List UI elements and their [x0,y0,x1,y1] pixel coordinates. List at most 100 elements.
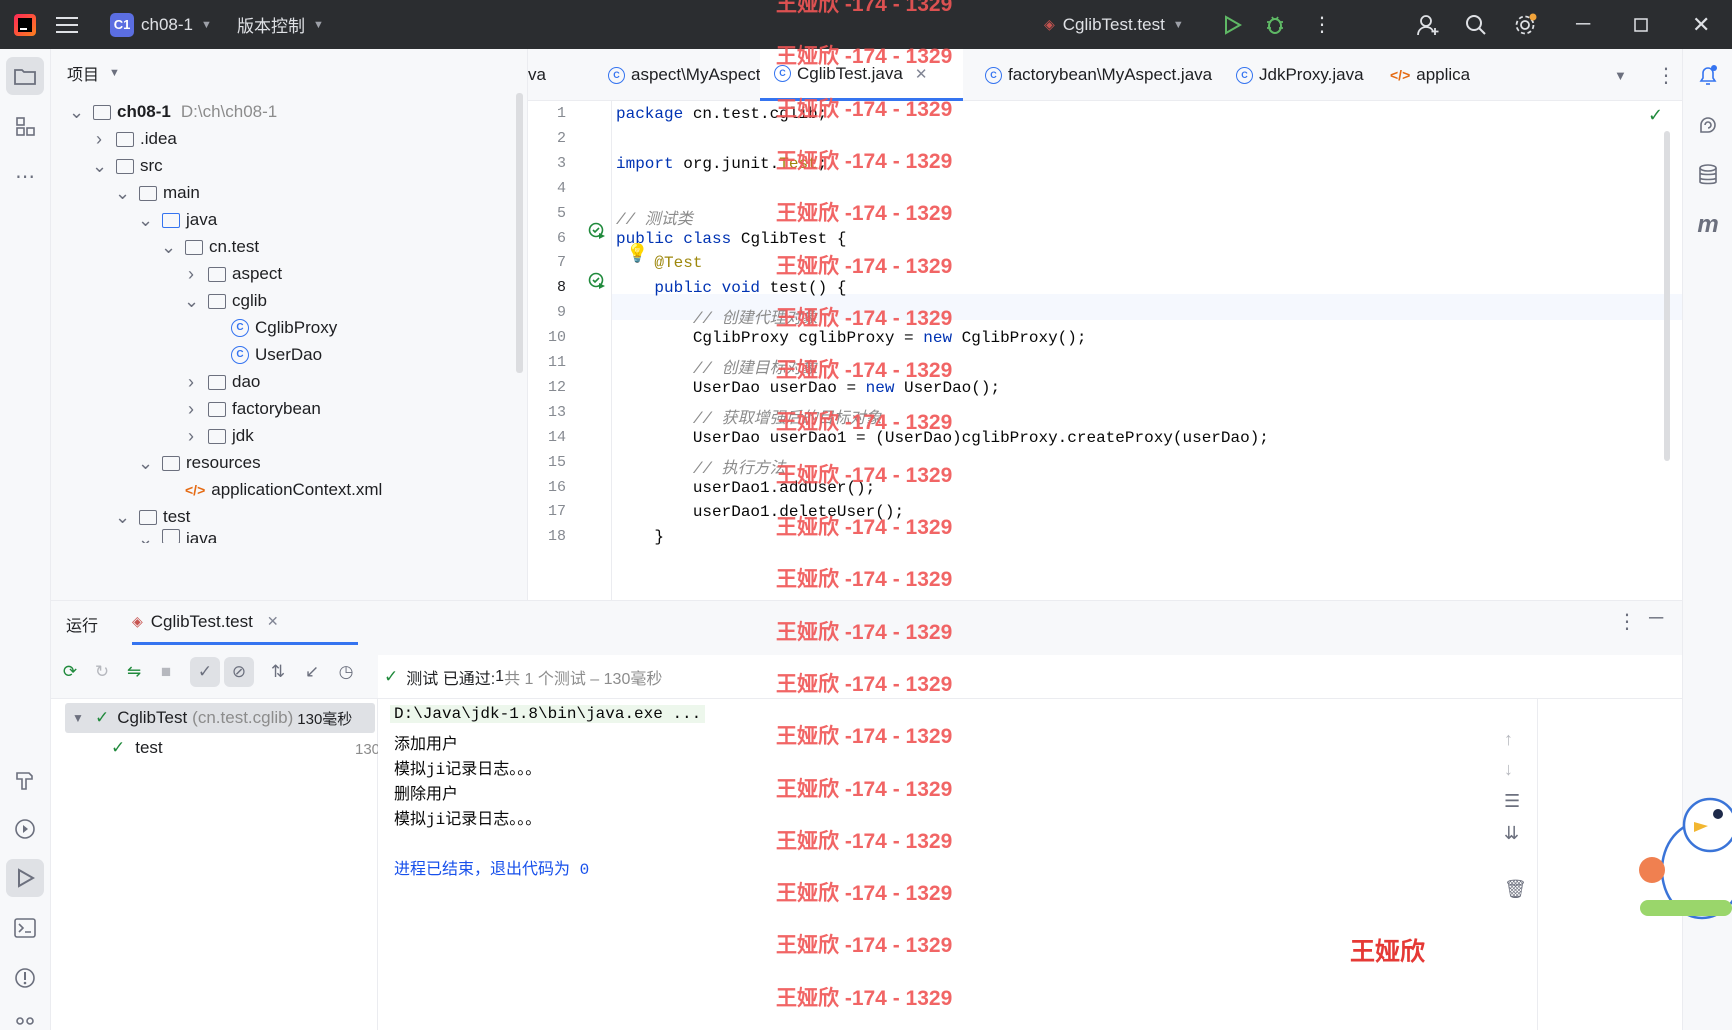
project-tree-item[interactable]: ⌄ resources [138,448,261,478]
main-menu-icon[interactable] [56,0,78,49]
tabs-more-icon[interactable]: ⋮ [1656,49,1676,101]
project-tree-item[interactable]: ⌄ src [92,151,163,181]
project-tree-item[interactable]: › aspect [184,259,282,289]
run-test-gutter-icon[interactable] [588,222,606,245]
clear-trash-icon[interactable]: 🗑 [1504,879,1527,900]
intention-bulb-icon[interactable]: 💡 [626,243,648,264]
chevron-right-icon[interactable]: › [184,426,198,447]
settings-gear-icon[interactable] [1514,0,1538,49]
tab-truncated[interactable]: va [528,49,588,101]
project-tool-folder-icon[interactable] [6,57,44,95]
debug-icon[interactable] [1264,0,1286,49]
line-number: 5 [556,204,566,222]
rerun-icon[interactable]: ⟳ [55,657,85,687]
chevron-down-icon[interactable]: ⌄ [138,529,153,543]
project-tree-item[interactable]: › .idea [92,124,177,154]
run-test-gutter-icon[interactable] [588,272,606,295]
maven-icon[interactable]: m [1689,206,1727,244]
project-tree-item[interactable]: ⌄ java [138,205,217,235]
stop-icon[interactable]: ■ [151,657,181,687]
scroll-down-arrow-icon[interactable]: ↓ [1504,759,1513,780]
chevron-down-icon[interactable]: ⌄ [115,507,130,528]
tab-factorybean-myaspect[interactable]: Cfactorybean\MyAspect.java [985,49,1212,101]
project-tree-item[interactable]: › jdk [184,421,254,451]
editor-scrollbar[interactable] [1664,131,1670,461]
run-panel-more-icon[interactable]: ⋮ [1617,609,1637,634]
maximize-icon[interactable] [1634,0,1648,49]
import-tests-icon[interactable]: ↙ [297,657,327,687]
run-icon[interactable] [1222,0,1242,49]
close-icon[interactable]: ✕ [1692,0,1710,49]
tab-cglibtest[interactable]: C CglibTest.java ✕ [760,49,963,101]
run-tab[interactable]: ◈ CglibTest.test ✕ [132,601,358,645]
junit-config-icon: ◈ [132,613,143,629]
chevron-down-icon[interactable]: ⌄ [161,237,176,258]
project-scrollbar[interactable] [516,93,523,373]
scroll-up-arrow-icon[interactable]: ↑ [1504,729,1513,750]
project-tree-item[interactable]: ⌄ java [138,529,217,543]
test-case-row[interactable]: ✓ test 130毫秒 [111,733,410,763]
git-icon[interactable] [6,1007,44,1030]
problems-icon[interactable] [6,959,44,997]
tab-applicationcontext[interactable]: </> applica [1390,49,1470,101]
chevron-right-icon[interactable]: › [184,399,198,420]
tree-item-label: cn.test [209,237,260,256]
tab-jdkproxy[interactable]: C JdkProxy.java [1236,49,1364,101]
scroll-to-end-icon[interactable]: ⇊ [1504,823,1519,844]
run-tool-icon[interactable] [6,859,44,897]
rerun-failed-icon[interactable]: ↻ [87,657,117,687]
project-tree-item[interactable]: C CglibProxy [207,313,337,343]
project-tree-item[interactable]: ⌄ ch08-1 D:\ch\ch08-1 [69,97,277,127]
project-selector[interactable]: C1 ch08-1 ▼ [110,0,212,49]
sort-icon[interactable]: ⇅ [263,657,293,687]
build-hammer-icon[interactable] [6,761,44,799]
project-tree-item[interactable]: C UserDao [207,340,322,370]
project-tree-item[interactable]: ⌄ main [115,178,200,208]
console-divider [1537,699,1538,1030]
console-output[interactable]: ✓ 测试 已通过: 1 共 1 个测试 – 130毫秒 D:\Java\jdk-… [378,655,1682,1030]
history-clock-icon[interactable]: ◷ [331,657,361,687]
chevron-down-icon[interactable]: ⌄ [69,102,84,123]
chevron-right-icon[interactable]: › [184,264,198,285]
chevron-right-icon[interactable]: › [92,129,106,150]
code-token: userDao1.addUser(); [616,478,876,497]
search-icon[interactable] [1465,0,1487,49]
code-line: // 创建代理对象 [616,304,818,328]
chevron-down-icon[interactable]: ⌄ [92,156,107,177]
close-tab-icon[interactable]: ✕ [915,65,928,83]
hide-panel-icon[interactable]: ─ [1649,607,1663,630]
database-icon[interactable] [1689,156,1727,194]
vcs-menu[interactable]: 版本控制 ▼ [237,0,324,49]
add-user-icon[interactable] [1416,0,1440,49]
ai-assistant-icon[interactable] [1689,106,1727,144]
show-ignored-icon[interactable]: ⊘ [224,657,254,687]
project-tree-item[interactable]: › factorybean [184,394,321,424]
run-config-selector[interactable]: ◈ CglibTest.test ▼ [1044,0,1184,49]
tabs-overflow-chevron-icon[interactable]: ▼ [1614,49,1627,101]
notifications-bell-icon[interactable] [1689,57,1727,95]
project-tree-item[interactable]: › dao [184,367,260,397]
more-vertical-icon[interactable]: ⋮ [1312,0,1332,49]
test-suite-row[interactable]: ▼ ✓ CglibTest (cn.test.cglib) 130毫秒 [71,703,352,733]
show-passed-check-icon[interactable]: ✓ [190,657,220,687]
soft-wrap-icon[interactable]: ☰ [1504,791,1520,812]
project-tree-item[interactable]: ⌄ test [115,502,190,532]
terminal-icon[interactable] [6,909,44,947]
chevron-down-icon[interactable]: ⌄ [138,453,153,474]
services-icon[interactable] [6,810,44,848]
minimize-icon[interactable]: ─ [1576,0,1590,49]
chevron-down-icon[interactable]: ⌄ [184,291,199,312]
chevron-down-icon: ▼ [72,711,84,725]
more-horizontal-icon[interactable]: ⋯ [6,157,44,195]
project-tree-item[interactable]: ⌄ cn.test [161,232,259,262]
chevron-right-icon[interactable]: › [184,372,198,393]
chevron-down-icon[interactable]: ⌄ [115,183,130,204]
close-tab-icon[interactable]: ✕ [267,613,279,630]
toggle-auto-test-icon[interactable]: ⇋ [119,657,149,687]
project-panel-header[interactable]: 项目 ▼ [67,61,120,85]
project-tree-item[interactable]: ⌄ cglib [184,286,267,316]
structure-icon[interactable] [6,107,44,145]
chevron-down-icon[interactable]: ⌄ [138,210,153,231]
code-editor[interactable]: 1 2 3 4 5 6 7 8 9 10 11 12 13 14 15 16 17 18 package cn.t… [528,101,1682,600]
project-tree-item[interactable]: </> applicationContext.xml [161,475,382,505]
